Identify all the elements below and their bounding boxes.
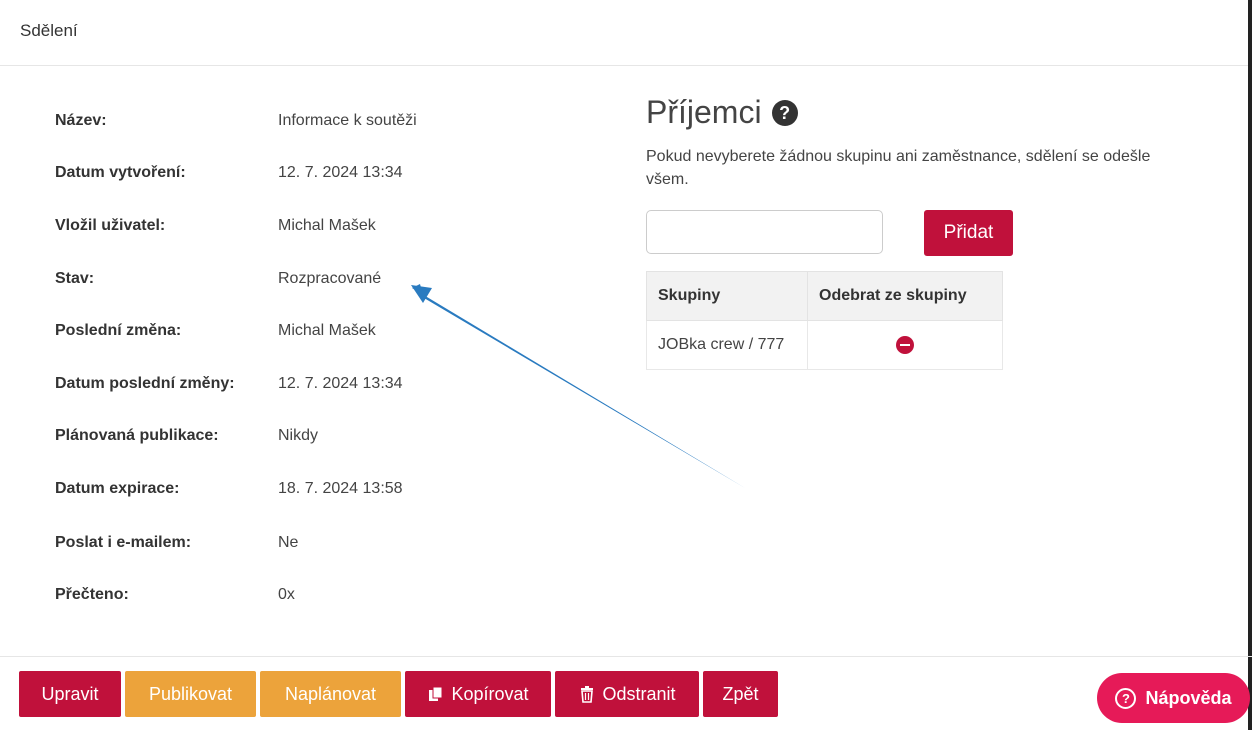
arrow-shape — [412, 284, 745, 488]
annotation-arrow — [411, 284, 745, 488]
help-button[interactable]: ? Nápověda — [1097, 673, 1250, 723]
schedule-button[interactable]: Naplánovat — [260, 671, 401, 717]
question-circle-icon: ? — [1115, 687, 1137, 709]
help-button-label: Nápověda — [1145, 687, 1232, 708]
schedule-button-label: Naplánovat — [284, 683, 377, 704]
publish-button[interactable]: Publikovat — [125, 671, 256, 717]
back-button[interactable]: Zpět — [703, 671, 778, 717]
edit-button-label: Upravit — [41, 683, 99, 704]
delete-button-label: Odstranit — [602, 683, 676, 704]
back-button-label: Zpět — [722, 683, 759, 704]
publish-button-label: Publikovat — [148, 683, 233, 704]
edit-button[interactable]: Upravit — [19, 671, 121, 717]
trash-icon — [581, 686, 594, 703]
copy-button-label: Kopírovat — [451, 683, 529, 704]
copy-button[interactable]: Kopírovat — [405, 671, 551, 717]
copy-icon — [429, 686, 443, 701]
delete-button[interactable]: Odstranit — [555, 671, 699, 717]
